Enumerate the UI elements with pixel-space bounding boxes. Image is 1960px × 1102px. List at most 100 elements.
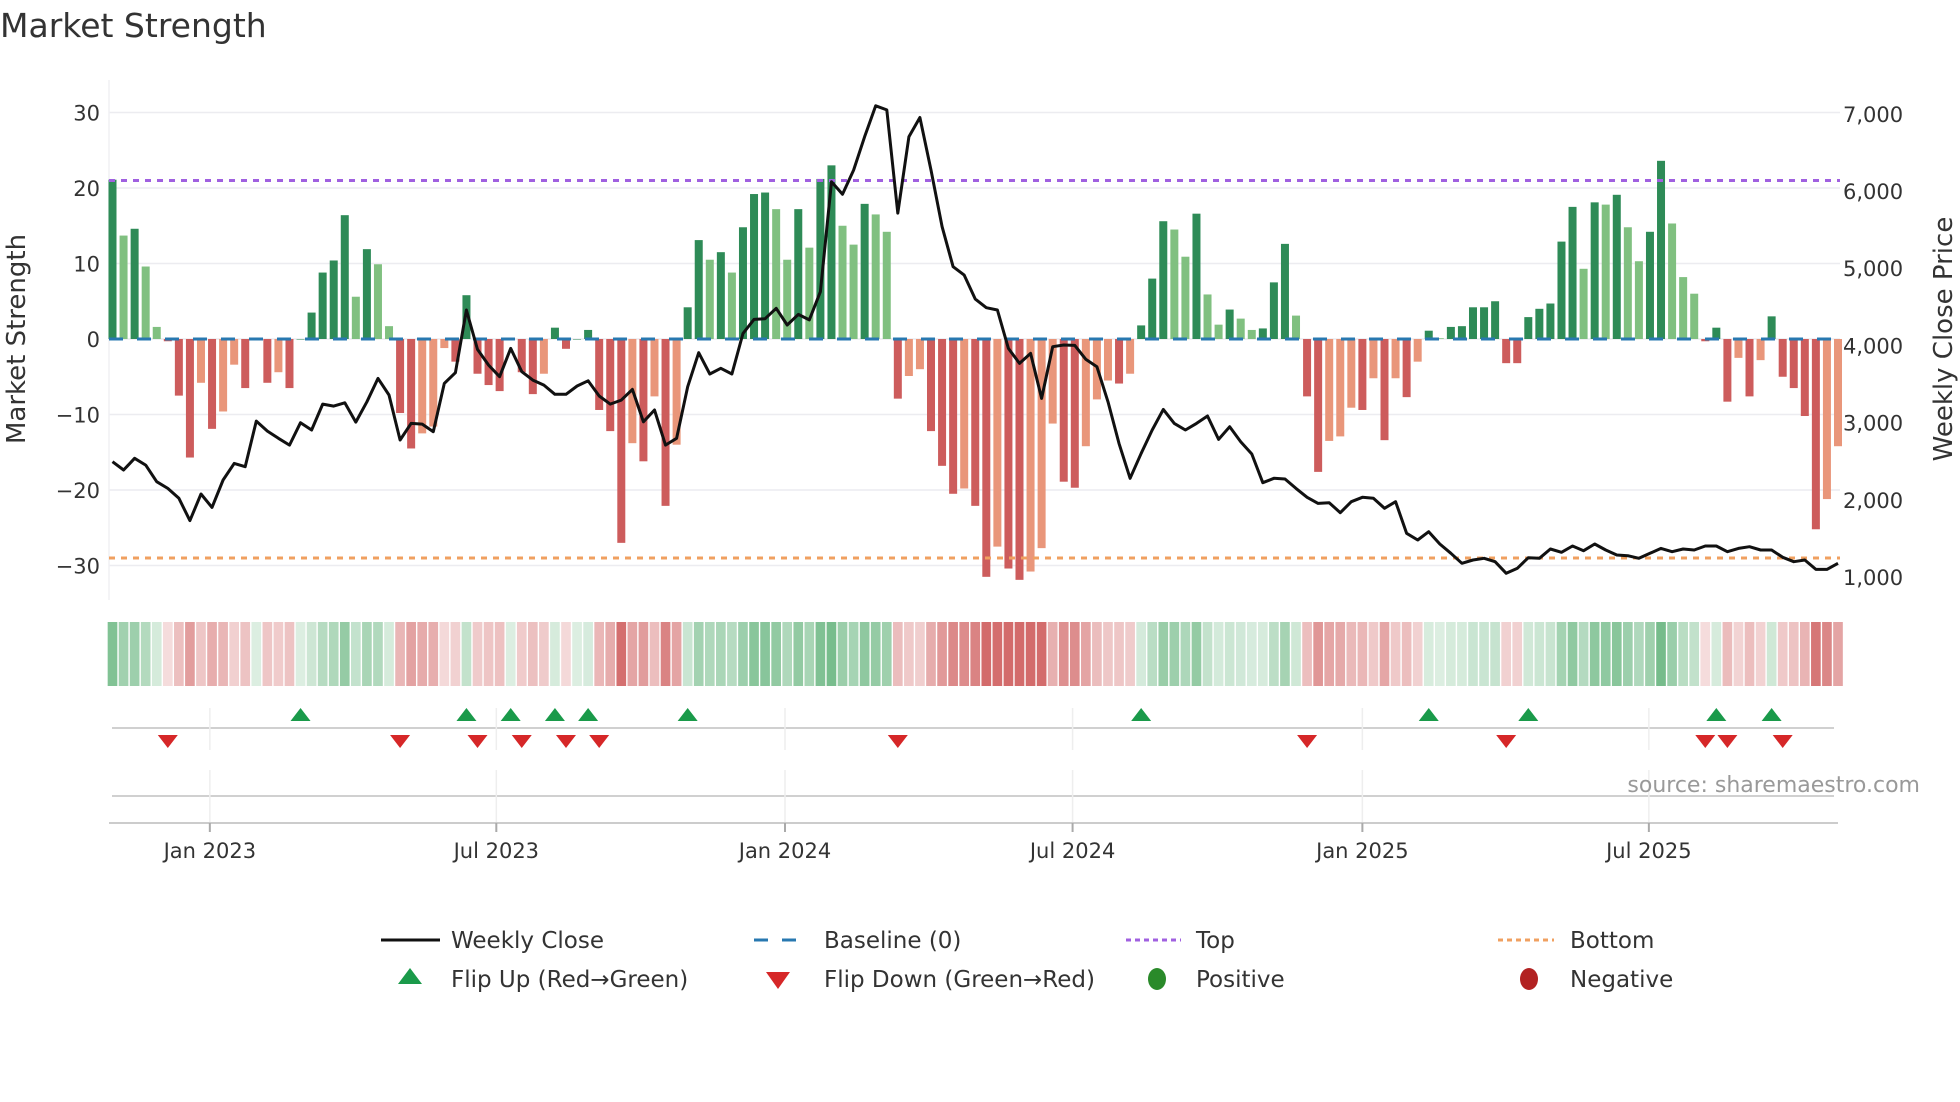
strength-bar: [838, 225, 847, 339]
heat-strip-cell: [1103, 622, 1113, 686]
legend: Weekly Close Baseline (0) Top Bottom Fli…: [381, 928, 1673, 993]
strength-bar: [805, 247, 814, 339]
heat-strip-cell: [1357, 622, 1368, 686]
heat-strip-cell: [1468, 622, 1478, 686]
strength-bar: [274, 339, 283, 373]
heat-strip-cell: [738, 622, 748, 686]
strength-bar: [1159, 221, 1168, 339]
strength-bar: [904, 339, 913, 376]
y2-tick-label: 2,000: [1843, 489, 1903, 513]
y-axis-label: Market Strength: [2, 234, 32, 444]
strength-bar: [1225, 309, 1234, 339]
heat-strip-cell: [904, 622, 914, 686]
heat-strip-cell: [616, 622, 627, 686]
heat-strip-cell: [1523, 622, 1534, 686]
strength-bar: [927, 339, 936, 432]
heat-strip-cell: [937, 622, 947, 686]
heat-strip-cell: [207, 622, 217, 686]
heat-strip-cell: [1711, 622, 1722, 686]
y-tick-label: −20: [56, 479, 100, 503]
strength-bar: [1181, 256, 1190, 339]
heat-strip-cell: [1291, 622, 1301, 686]
heat-strip-cell: [317, 622, 328, 686]
strength-bar: [1811, 339, 1820, 530]
strength-bar: [1303, 339, 1312, 397]
heat-strip-cell: [1611, 622, 1622, 686]
strength-bar: [1192, 213, 1201, 339]
strength-bar: [993, 339, 1002, 547]
heat-strip-cell: [815, 622, 826, 686]
strength-bar: [1480, 307, 1489, 339]
strength-bar: [1612, 194, 1621, 339]
strength-bar: [1247, 329, 1256, 339]
strength-bar: [1015, 339, 1024, 580]
heat-strip-cell: [550, 622, 560, 686]
heat-strip-cell: [1014, 622, 1025, 686]
y-tick-label: 30: [73, 102, 100, 126]
strength-bar: [130, 228, 139, 339]
strength-bar: [938, 339, 947, 466]
strength-bar: [1380, 339, 1389, 441]
heat-strip-cell: [1512, 622, 1523, 686]
heat-strip-cell: [1390, 622, 1401, 686]
strength-bar: [396, 339, 405, 413]
legend-bottom: Bottom: [1570, 928, 1654, 954]
market-strength-chart: 30 20 10 0 −10 −20 −30 7,000 6,000 5,000 4,000 3,00…: [2, 80, 1959, 993]
heat-strip-cell: [1700, 622, 1711, 686]
flip-down-marker: [1717, 735, 1738, 748]
heat-strip-cell: [760, 622, 770, 686]
heat-strip-cell: [1058, 622, 1069, 686]
heat-strip-cell: [1744, 622, 1755, 686]
heat-strip-cell: [1246, 622, 1257, 686]
strength-bar: [1590, 202, 1599, 339]
heat-strip-cell: [837, 622, 848, 686]
strength-bar: [1679, 277, 1688, 339]
strength-bar: [1170, 229, 1179, 339]
heat-strip-cell: [1313, 622, 1323, 686]
heat-strip-cell: [505, 622, 516, 686]
heat-strip-cell: [273, 622, 284, 686]
y-tick-label: 10: [73, 253, 100, 277]
heat-strip-cell: [793, 622, 804, 686]
strength-bar: [1502, 339, 1511, 364]
strength-bar: [1325, 339, 1334, 441]
heat-strip-cell: [1678, 622, 1688, 686]
heat-strip-cell: [174, 622, 184, 686]
strength-bar: [893, 339, 902, 399]
heat-strip-cell: [240, 622, 251, 686]
strength-bar: [351, 296, 360, 339]
strength-bar: [1789, 339, 1798, 389]
strength-bar: [982, 339, 991, 577]
heat-strip-cell: [229, 622, 240, 686]
flip-down-marker: [589, 735, 610, 748]
heat-strip-cell: [1799, 622, 1810, 686]
source-label: source: sharemaestro.com: [1627, 773, 1920, 798]
heat-strip-cell: [1578, 622, 1589, 686]
heat-strip-cell: [1025, 622, 1036, 686]
flip-up-marker: [1761, 708, 1782, 721]
strength-bar: [1137, 325, 1146, 339]
heat-strip-cell: [804, 622, 815, 686]
heat-strip-cell: [1047, 622, 1058, 686]
strength-bar: [119, 235, 128, 339]
strength-bar: [407, 339, 416, 449]
strength-bar: [661, 339, 670, 506]
heat-strip-cell: [1777, 622, 1788, 686]
strength-bar: [1292, 315, 1301, 339]
heat-strip-cell: [1235, 622, 1246, 686]
strength-bar: [1535, 308, 1544, 339]
strength-bar: [152, 326, 161, 339]
strength-bar: [1413, 339, 1422, 362]
heat-strip-cell: [981, 622, 992, 686]
heat-strip-cell: [915, 622, 925, 686]
legend-baseline: Baseline (0): [824, 928, 961, 954]
strength-bar: [263, 339, 272, 383]
strength-bar: [1756, 339, 1765, 361]
heat-strip-cell: [826, 622, 837, 686]
heat-strip-cell: [1556, 622, 1567, 686]
heat-strip-cell: [384, 622, 394, 686]
heat-strip-cell: [1822, 622, 1832, 686]
heat-strip-cell: [1755, 622, 1766, 686]
heat-strip-cell: [1589, 622, 1600, 686]
legend-positive-icon: [1148, 968, 1166, 990]
